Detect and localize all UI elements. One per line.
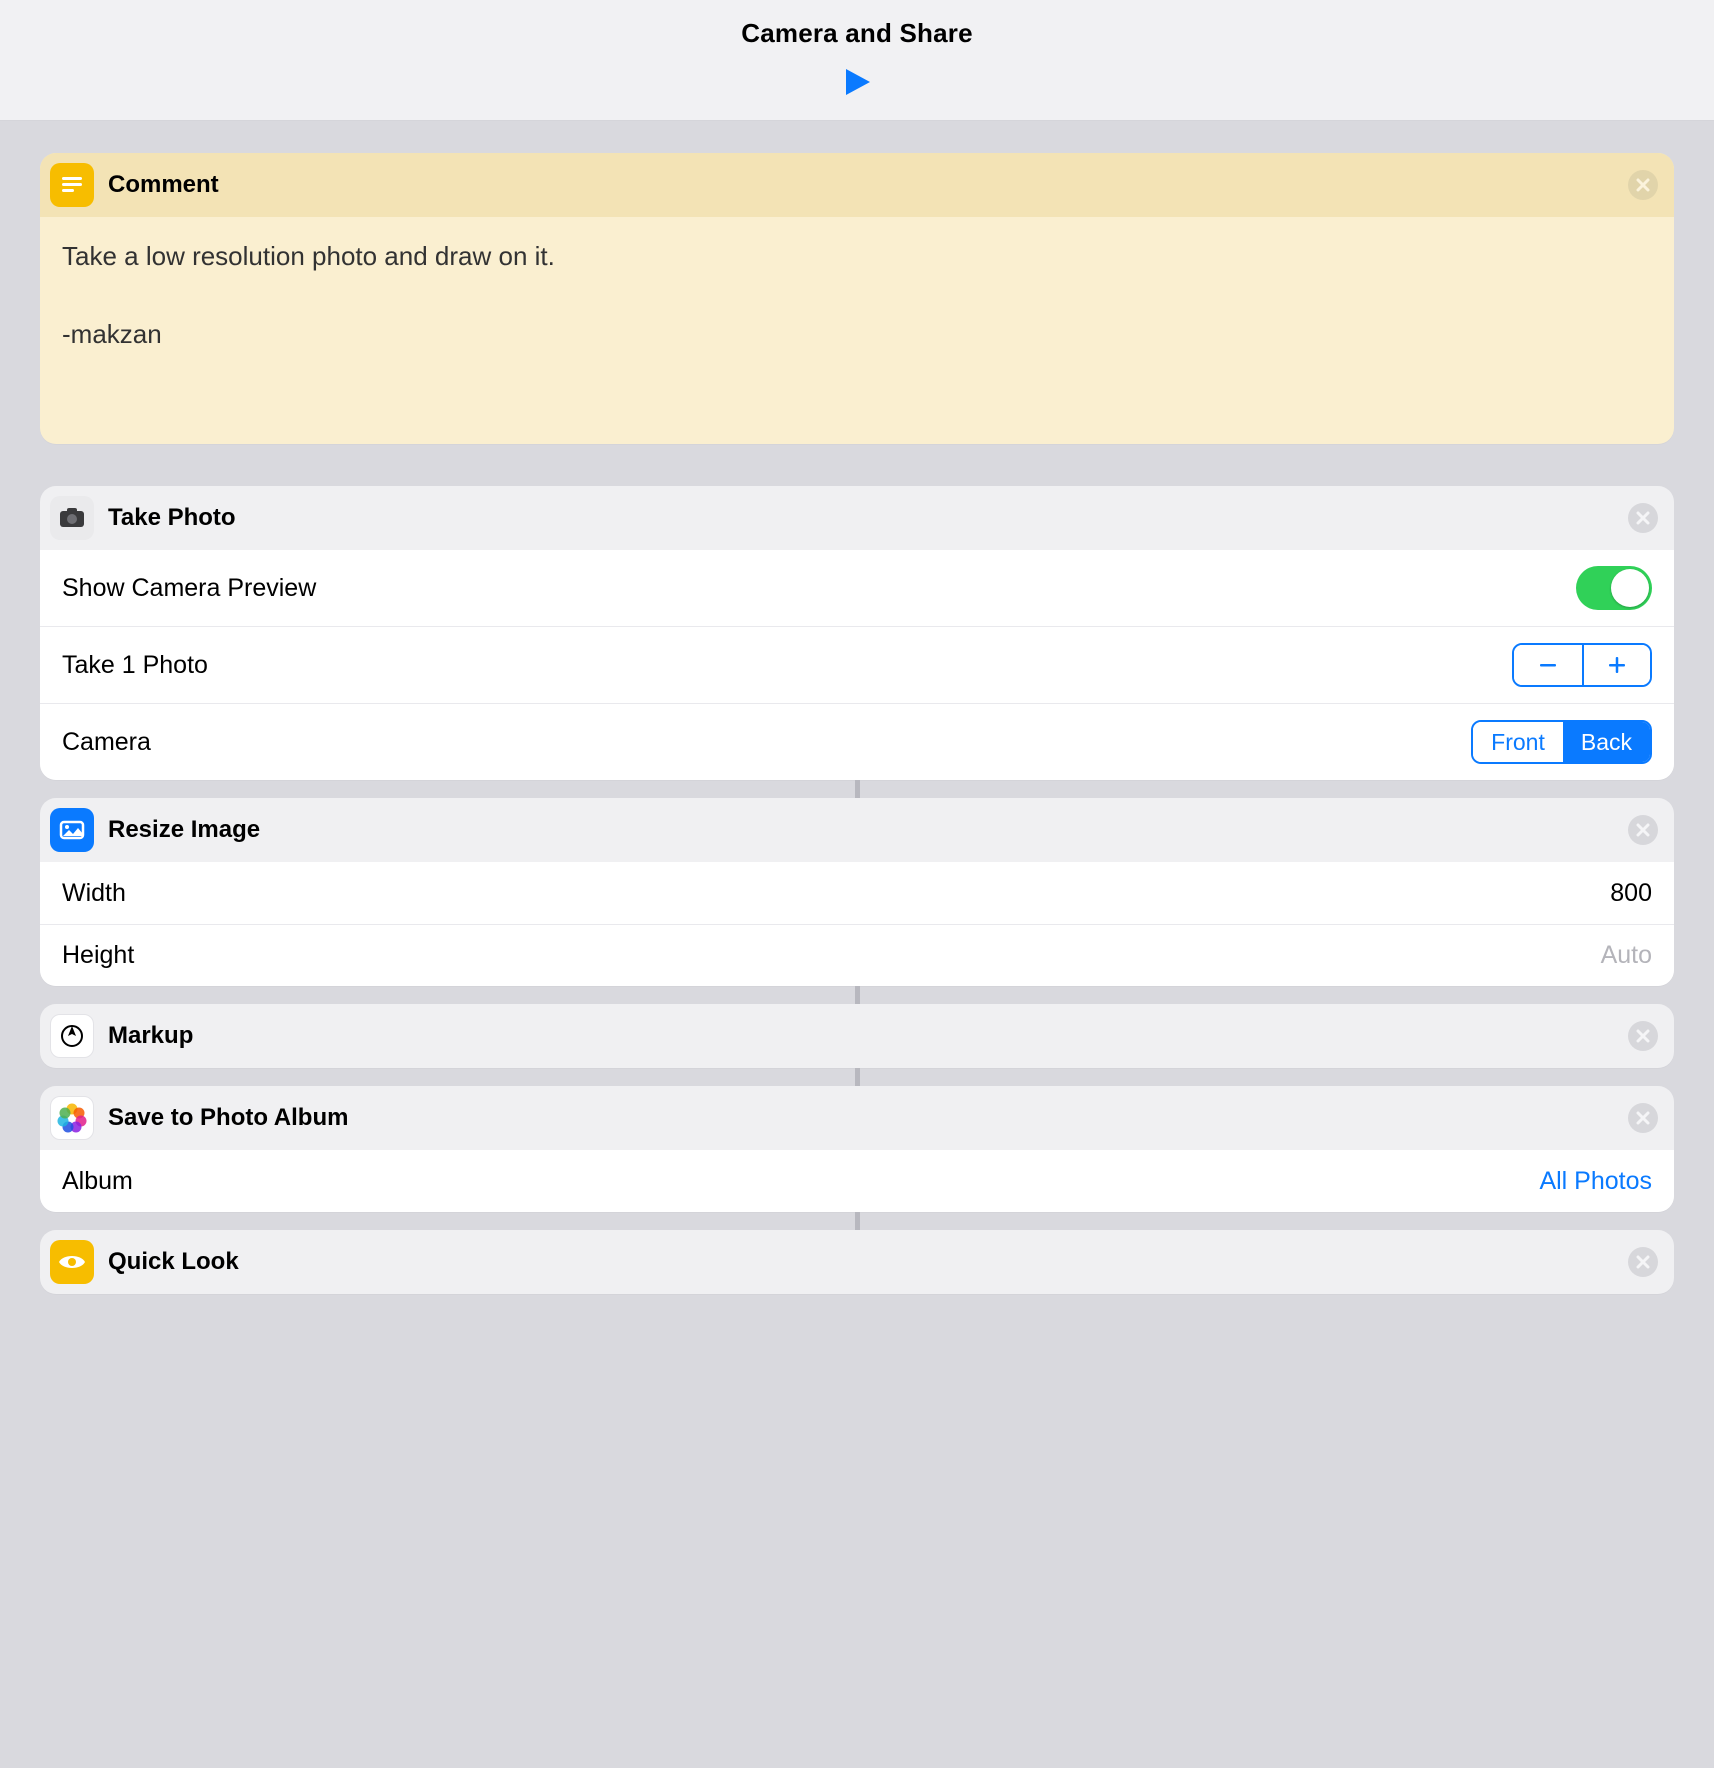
save-to-album-action[interactable]: Save to Photo Album Album All Photos	[40, 1086, 1674, 1212]
row-label: Height	[62, 941, 134, 970]
app-header: Camera and Share	[0, 0, 1714, 121]
card-header: Markup	[40, 1004, 1674, 1068]
close-icon	[1636, 511, 1650, 525]
row-label: Take 1 Photo	[62, 651, 208, 680]
close-icon	[1636, 1029, 1650, 1043]
card-header: Quick Look	[40, 1230, 1674, 1294]
card-title: Save to Photo Album	[108, 1104, 1614, 1132]
camera-icon	[50, 496, 94, 540]
remove-action-button[interactable]	[1628, 815, 1658, 845]
row-label: Show Camera Preview	[62, 574, 316, 603]
album-row: Album All Photos	[40, 1150, 1674, 1212]
stepper-plus-button[interactable]	[1582, 645, 1650, 685]
camera-front-option[interactable]: Front	[1473, 722, 1563, 762]
connector	[40, 780, 1674, 798]
width-row: Width 800	[40, 862, 1674, 924]
play-icon	[842, 67, 872, 97]
eye-icon	[50, 1240, 94, 1284]
card-title: Quick Look	[108, 1248, 1614, 1276]
row-label: Camera	[62, 728, 151, 757]
remove-action-button[interactable]	[1628, 1021, 1658, 1051]
card-title: Markup	[108, 1022, 1614, 1050]
comment-icon	[50, 163, 94, 207]
card-header: Resize Image	[40, 798, 1674, 862]
page-title: Camera and Share	[0, 18, 1714, 49]
run-button[interactable]	[842, 67, 872, 97]
photo-count-stepper	[1512, 643, 1652, 687]
photo-count-row: Take 1 Photo	[40, 626, 1674, 703]
minus-icon	[1538, 655, 1558, 675]
photos-icon	[50, 1096, 94, 1140]
connector	[40, 1068, 1674, 1086]
camera-row: Camera Front Back	[40, 703, 1674, 780]
card-header: Save to Photo Album	[40, 1086, 1674, 1150]
markup-icon	[50, 1014, 94, 1058]
close-icon	[1636, 1111, 1650, 1125]
card-title: Comment	[108, 171, 1614, 199]
remove-action-button[interactable]	[1628, 1103, 1658, 1133]
quick-look-action[interactable]: Quick Look	[40, 1230, 1674, 1294]
camera-back-option[interactable]: Back	[1563, 722, 1650, 762]
width-value[interactable]: 800	[1610, 879, 1652, 908]
take-photo-action[interactable]: Take Photo Show Camera Preview Take 1 Ph…	[40, 486, 1674, 780]
markup-action[interactable]: Markup	[40, 1004, 1674, 1068]
camera-segmented: Front Back	[1471, 720, 1652, 764]
row-label: Width	[62, 879, 126, 908]
show-preview-toggle[interactable]	[1576, 566, 1652, 610]
plus-icon	[1607, 655, 1627, 675]
comment-action[interactable]: Comment Take a low resolution photo and …	[40, 153, 1674, 444]
close-icon	[1636, 1255, 1650, 1269]
close-icon	[1636, 178, 1650, 192]
resize-icon	[50, 808, 94, 852]
card-title: Take Photo	[108, 504, 1614, 532]
stepper-minus-button[interactable]	[1514, 645, 1582, 685]
close-icon	[1636, 823, 1650, 837]
remove-action-button[interactable]	[1628, 170, 1658, 200]
comment-text[interactable]: Take a low resolution photo and draw on …	[40, 217, 1674, 444]
height-row: Height Auto	[40, 924, 1674, 986]
connector	[40, 1212, 1674, 1230]
card-header: Comment	[40, 153, 1674, 217]
show-preview-row: Show Camera Preview	[40, 550, 1674, 626]
connector	[40, 986, 1674, 1004]
remove-action-button[interactable]	[1628, 503, 1658, 533]
resize-image-action[interactable]: Resize Image Width 800 Height Auto	[40, 798, 1674, 986]
workflow-canvas: Comment Take a low resolution photo and …	[0, 121, 1714, 1334]
row-label: Album	[62, 1167, 133, 1196]
card-title: Resize Image	[108, 816, 1614, 844]
album-value[interactable]: All Photos	[1539, 1167, 1652, 1196]
height-value[interactable]: Auto	[1601, 941, 1652, 970]
remove-action-button[interactable]	[1628, 1247, 1658, 1277]
card-header: Take Photo	[40, 486, 1674, 550]
